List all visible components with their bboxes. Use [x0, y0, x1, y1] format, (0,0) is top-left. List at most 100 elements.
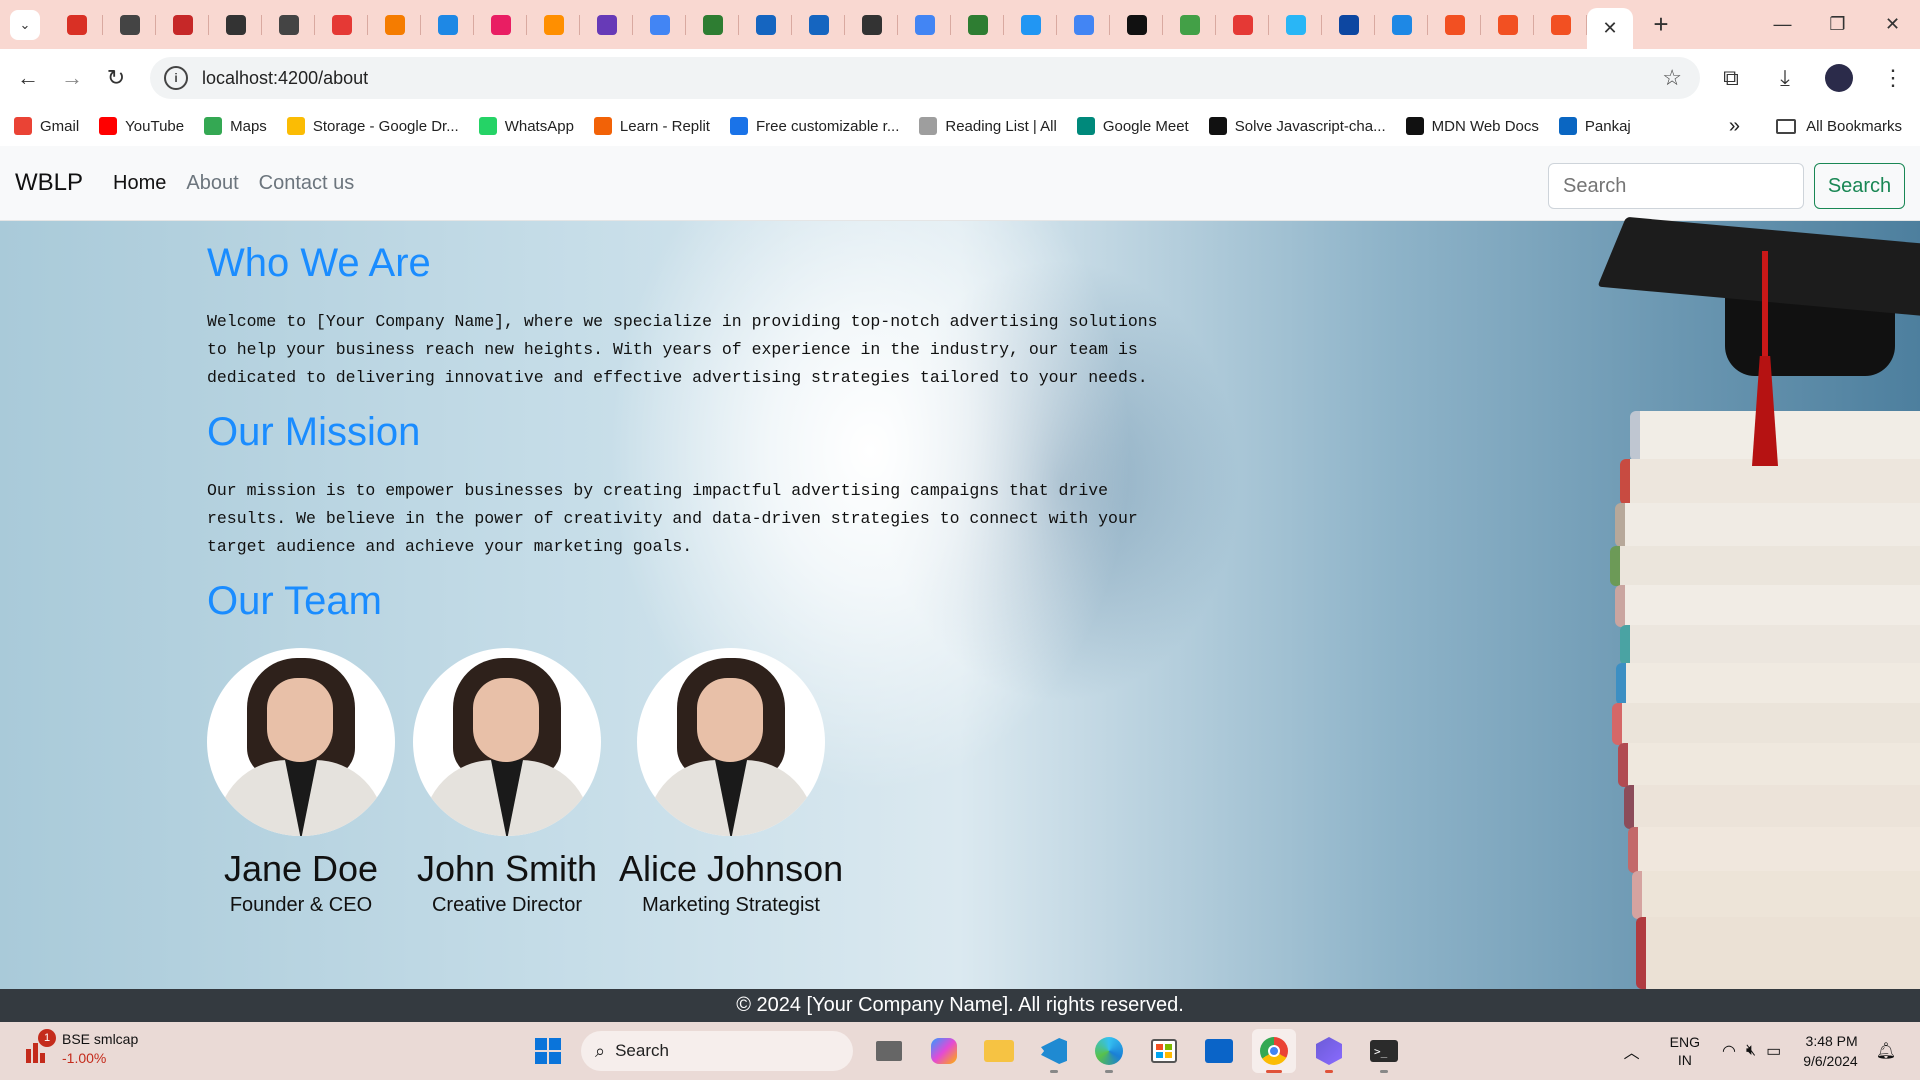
pinned-tab[interactable]	[50, 0, 103, 49]
visual-studio-icon[interactable]	[1307, 1029, 1351, 1073]
volume-muted-icon[interactable]: 🔇︎	[1746, 1042, 1756, 1060]
nav-home[interactable]: Home	[113, 172, 166, 195]
close-window-icon[interactable]: ✕	[1865, 0, 1920, 49]
url-input[interactable]	[202, 67, 1602, 89]
restore-icon[interactable]: ❐	[1810, 0, 1865, 49]
notifications-bell-icon[interactable]: 🔔︎	[1876, 1041, 1896, 1061]
new-tab-button[interactable]: +	[1641, 5, 1681, 45]
pinned-tab[interactable]	[1004, 0, 1057, 49]
pinned-tab[interactable]	[1481, 0, 1534, 49]
section-title-who-we-are: Who We Are	[207, 241, 431, 285]
copilot-icon[interactable]	[922, 1029, 966, 1073]
stock-widget[interactable]: 1 BSE smlcap -1.00%	[24, 1029, 138, 1068]
bookmark-item[interactable]: Reading List | All	[919, 117, 1057, 135]
bookmark-item[interactable]: Pankaj	[1558, 117, 1631, 135]
book	[1636, 917, 1920, 989]
pinned-tab[interactable]	[845, 0, 898, 49]
pinned-tab[interactable]	[898, 0, 951, 49]
language-indicator[interactable]: ENG IN	[1670, 1033, 1700, 1069]
taskbar-search[interactable]: ⌕ Search	[581, 1031, 853, 1071]
pinned-tab[interactable]	[209, 0, 262, 49]
outlook-icon[interactable]	[1197, 1029, 1241, 1073]
bookmark-item[interactable]: Gmail	[14, 117, 79, 135]
all-bookmarks[interactable]: All Bookmarks	[1776, 118, 1902, 135]
battery-icon[interactable]: ▭	[1766, 1041, 1781, 1061]
tab-search-button[interactable]: ⌄	[10, 9, 40, 40]
site-info-icon[interactable]: i	[164, 66, 188, 90]
pinned-tab[interactable]	[315, 0, 368, 49]
bookmark-star-icon[interactable]: ☆	[1662, 65, 1682, 91]
pinned-tab[interactable]	[368, 0, 421, 49]
profile-avatar[interactable]	[1825, 63, 1853, 92]
book	[1610, 546, 1920, 586]
nav-contact[interactable]: Contact us	[259, 172, 355, 195]
pinned-tab[interactable]	[739, 0, 792, 49]
pinned-tab[interactable]	[156, 0, 209, 49]
tab-favicon-icon	[1497, 14, 1518, 35]
pinned-tab[interactable]	[580, 0, 633, 49]
tray-overflow-icon[interactable]: ︿	[1624, 1039, 1640, 1063]
downloads-icon[interactable]: ⤓	[1758, 65, 1812, 91]
menu-kebab-icon[interactable]: ⋮	[1866, 65, 1920, 91]
pinned-tab[interactable]	[1322, 0, 1375, 49]
pinned-tab[interactable]	[633, 0, 686, 49]
pinned-tab[interactable]	[103, 0, 156, 49]
address-bar[interactable]: i ☆	[150, 57, 1700, 99]
site-brand[interactable]: WBLP	[15, 169, 83, 197]
pinned-tab[interactable]	[1375, 0, 1428, 49]
pinned-tab[interactable]	[792, 0, 845, 49]
pinned-tab[interactable]	[474, 0, 527, 49]
bookmark-item[interactable]: WhatsApp	[478, 117, 574, 135]
pinned-tab[interactable]	[951, 0, 1004, 49]
bookmark-item[interactable]: Solve Javascript-cha...	[1208, 117, 1386, 135]
pinned-tab[interactable]	[1110, 0, 1163, 49]
back-icon[interactable]: ←	[6, 56, 50, 100]
pinned-tab[interactable]	[262, 0, 315, 49]
tile	[1165, 1044, 1172, 1050]
bookmark-item[interactable]: MDN Web Docs	[1405, 117, 1539, 135]
active-tab-close-icon[interactable]: ✕	[1587, 8, 1633, 49]
reload-icon[interactable]: ↻	[94, 56, 138, 100]
chrome-icon[interactable]	[1252, 1029, 1296, 1073]
bookmark-item[interactable]: Free customizable r...	[729, 117, 899, 135]
wifi-icon[interactable]: ◠	[1722, 1041, 1736, 1061]
member-name: Alice Johnson	[619, 848, 844, 889]
clock[interactable]: 3:48 PM 9/6/2024	[1803, 1031, 1858, 1071]
book	[1624, 785, 1920, 829]
bookmark-item[interactable]: Maps	[204, 117, 267, 135]
nav-about[interactable]: About	[186, 172, 238, 195]
pinned-tab[interactable]	[1057, 0, 1110, 49]
book	[1616, 663, 1920, 705]
pinned-tab[interactable]	[1269, 0, 1322, 49]
extensions-icon[interactable]: ⧉	[1704, 65, 1758, 91]
bookmark-item[interactable]: Learn - Replit	[593, 117, 710, 135]
more-bookmarks-icon[interactable]: »	[1729, 115, 1740, 138]
tile	[1156, 1052, 1163, 1058]
task-view-icon[interactable]	[867, 1029, 911, 1073]
pinned-tab[interactable]	[1163, 0, 1216, 49]
start-windows-icon[interactable]	[526, 1029, 570, 1073]
pinned-tab[interactable]	[1428, 0, 1481, 49]
file-explorer-icon[interactable]	[977, 1029, 1021, 1073]
bookmark-item[interactable]: YouTube	[99, 117, 184, 135]
store-icon[interactable]	[1142, 1029, 1186, 1073]
edge-icon[interactable]	[1087, 1029, 1131, 1073]
tab-favicon-icon	[808, 14, 829, 35]
pinned-tab[interactable]	[421, 0, 474, 49]
bookmark-item[interactable]: Storage - Google Dr...	[286, 117, 459, 135]
pinned-tab[interactable]	[527, 0, 580, 49]
pinned-tab[interactable]	[686, 0, 739, 49]
bookmark-label: MDN Web Docs	[1431, 117, 1539, 135]
site-search-input[interactable]	[1548, 163, 1804, 209]
tab-favicon-icon	[1179, 14, 1200, 35]
vscode-icon[interactable]	[1032, 1029, 1076, 1073]
site-search-button[interactable]: Search	[1814, 163, 1905, 209]
pinned-tab[interactable]	[1534, 0, 1587, 49]
forward-icon[interactable]: →	[50, 56, 94, 100]
minimize-icon[interactable]: —	[1755, 0, 1810, 49]
tab-favicon-icon	[225, 14, 246, 35]
bookmark-item[interactable]: Google Meet	[1076, 117, 1189, 135]
pinned-tab[interactable]	[1216, 0, 1269, 49]
terminal-icon[interactable]: >_	[1362, 1029, 1406, 1073]
running-dot	[1325, 1070, 1333, 1073]
